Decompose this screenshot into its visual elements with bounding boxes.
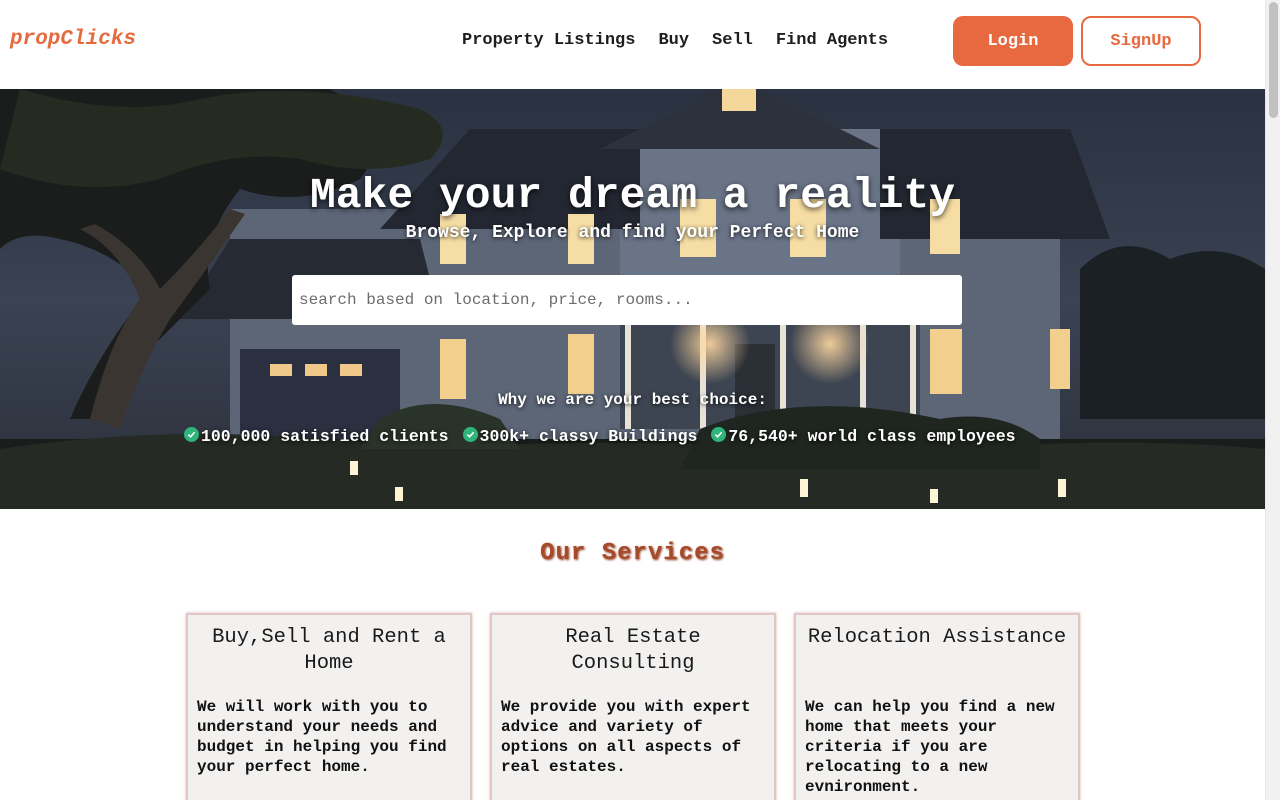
service-card-consulting: Real Estate Consulting We provide you wi… [490,613,776,800]
nav-link-buy[interactable]: Buy [648,30,699,52]
stat-label: 100,000 satisfied clients [201,427,449,446]
stat-label: 76,540+ world class employees [728,427,1016,446]
hero-subtitle: Browse, Explore and find your Perfect Ho… [405,223,860,243]
check-circle-icon [462,427,478,442]
hero-title: Make your dream a reality [309,171,956,220]
nav-link-sell[interactable]: Sell [702,30,763,52]
service-card-relocation: Relocation Assistance We can help you fi… [794,613,1080,800]
brand-logo[interactable]: propClicks [10,28,136,51]
stat-item: 300k+ classy Buildings [462,427,698,446]
signup-button[interactable]: SignUp [1081,16,1201,66]
nav-link-find-agents[interactable]: Find Agents [766,30,898,52]
navbar: propClicks Property Listings Buy Sell Fi… [0,0,1265,89]
service-card-body: We provide you with expert advice and va… [501,698,751,776]
hero-section: Make your dream a reality Browse, Explor… [0,89,1265,509]
services-title: Our Services [540,540,725,567]
stat-label: 300k+ classy Buildings [479,427,698,446]
stat-item: 100,000 satisfied clients [184,427,449,446]
service-card-body: We will work with you to understand your… [197,698,447,776]
check-circle-icon [711,427,727,442]
search-input[interactable] [292,275,962,325]
stat-item: 76,540+ world class employees [711,427,1016,446]
stats-row: 100,000 satisfied clients 300k+ classy B… [184,427,1030,446]
service-card-title: Relocation Assistance [807,626,1067,649]
page-scrollbar[interactable] [1265,0,1280,800]
nav-link-property-listings[interactable]: Property Listings [452,30,645,52]
service-card-body: We can help you find a new home that mee… [805,698,1055,796]
service-card-title: Real Estate Consulting [565,626,701,675]
service-card-buy-sell-rent: Buy,Sell and Rent a Home We will work wi… [186,613,472,800]
login-button[interactable]: Login [953,16,1073,66]
scrollbar-thumb[interactable] [1269,2,1278,118]
check-circle-icon [184,427,199,442]
nav-links: Property Listings Buy Sell Find Agents [452,30,898,52]
service-card-title: Buy,Sell and Rent a Home [212,626,446,675]
why-choose-us-heading: Why we are your best choice: [498,391,767,409]
